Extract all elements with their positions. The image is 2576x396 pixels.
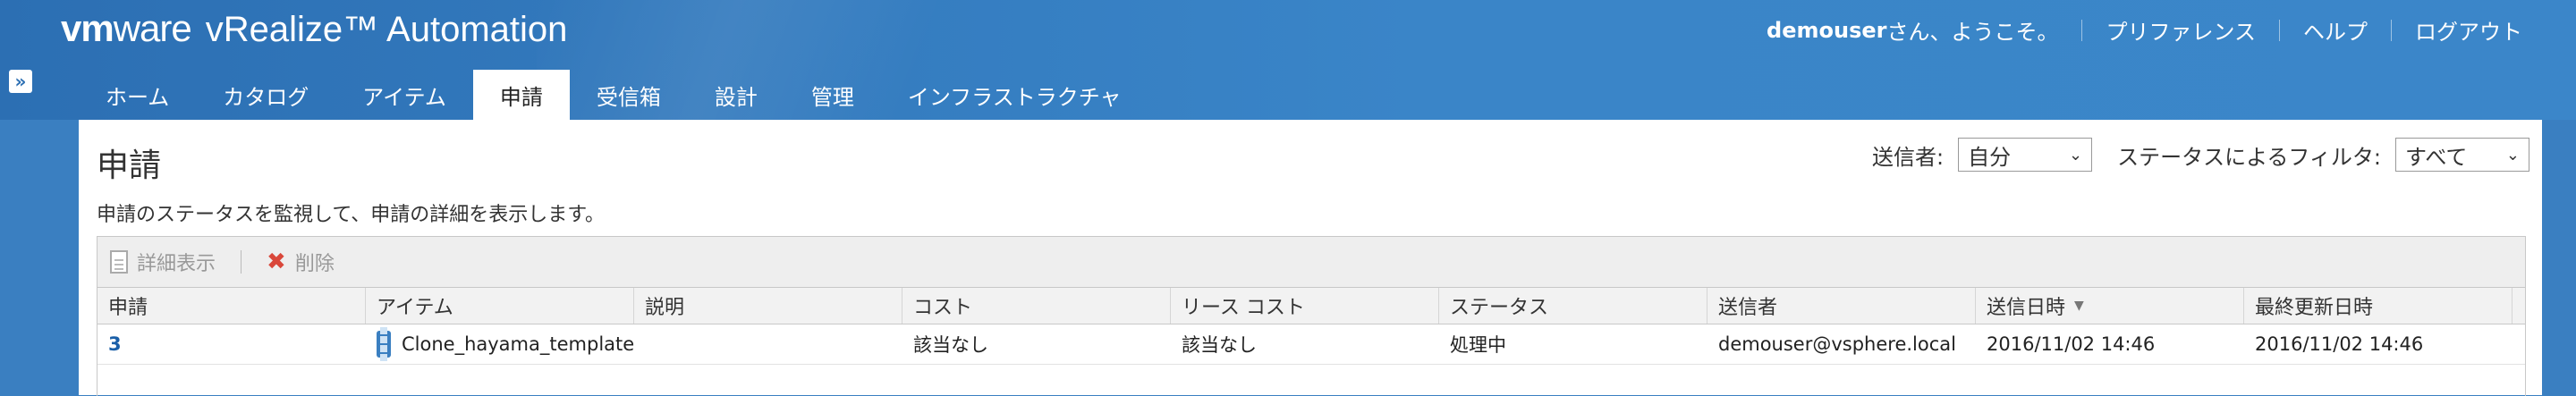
tab-design[interactable]: 設計 (688, 70, 784, 120)
content-panel: 申請 送信者: 自分 ⌄ ステータスによるフィルタ: すべて ⌄ 申請のステータ… (79, 120, 2542, 396)
column-header-label: 送信日時 (1987, 297, 2066, 319)
column-header-status[interactable]: ステータス (1439, 288, 1707, 324)
tab-items[interactable]: アイテム (335, 70, 473, 120)
page-description: 申請のステータスを監視して、申請の詳細を表示します。 (97, 204, 606, 226)
brand-ware: ware (113, 7, 192, 49)
column-header-request[interactable]: 申請 (97, 288, 366, 324)
status-select-value: すべて (2405, 144, 2468, 170)
column-header-label: 申請 (108, 297, 148, 319)
column-header-lease-cost[interactable]: リース コスト (1171, 288, 1439, 324)
lease-cost-cell: 該当なし (1182, 334, 1257, 356)
request-id-link[interactable]: 3 (108, 333, 122, 355)
sender-select[interactable]: 自分 ⌄ (1958, 138, 2093, 172)
status-select[interactable]: すべて ⌄ (2395, 138, 2529, 172)
item-cell: Clone_hayama_template (366, 324, 634, 364)
tab-home[interactable]: ホーム (79, 70, 196, 120)
column-header-cost[interactable]: コスト (902, 288, 1171, 324)
product-name: vRealize™ Automation (205, 10, 568, 49)
request-id-cell[interactable]: 3 (97, 324, 366, 364)
column-header-label: リース コスト (1182, 297, 1305, 319)
delete-label: 削除 (294, 253, 335, 275)
last-updated-cell: 2016/11/02 14:46 (2255, 333, 2424, 355)
item-name: Clone_hayama_template (402, 333, 635, 355)
column-header-label: コスト (913, 297, 973, 319)
expand-sidebar-icon[interactable]: » (9, 70, 32, 93)
column-header-label: 最終更新日時 (2255, 297, 2374, 319)
column-header-item[interactable]: アイテム (366, 288, 634, 324)
tab-infrastructure[interactable]: インフラストラクチャ (881, 70, 1148, 120)
header-bar: vm ware vRealize™ Automation demouser さん、… (0, 0, 2576, 120)
tab-catalog[interactable]: カタログ (196, 70, 335, 120)
logout-link[interactable]: ログアウト (2415, 14, 2522, 46)
column-header-label: 送信者 (1718, 297, 1778, 319)
tab-inbox[interactable]: 受信箱 (570, 70, 688, 120)
chevron-down-icon: ⌄ (2505, 145, 2520, 164)
column-header-description[interactable]: 説明 (634, 288, 902, 324)
tab-administration[interactable]: 管理 (784, 70, 881, 120)
welcome-text: さん、ようこそ。 (1886, 20, 2059, 45)
delete-icon: ✖ (267, 249, 286, 275)
main-tabs: ホーム カタログ アイテム 申請 受信箱 設計 管理 インフラストラクチャ (79, 70, 1148, 120)
table-row[interactable]: 3 Clone_hayama_template 該当なし 該当なし 処理中 de… (97, 324, 2525, 365)
brand-logo: vm ware vRealize™ Automation (61, 7, 567, 50)
sender-filter-label: 送信者: (1872, 144, 1945, 170)
view-details-label: 詳細表示 (137, 253, 216, 275)
cost-cell: 該当なし (913, 334, 988, 356)
divider (2391, 19, 2392, 41)
column-header-submitted[interactable]: 送信日時 ▼ (1976, 288, 2244, 324)
divider (2081, 19, 2083, 41)
divider (2279, 19, 2280, 41)
sender-select-value: 自分 (1968, 144, 2012, 170)
document-icon (110, 250, 128, 274)
filter-bar: 送信者: 自分 ⌄ ステータスによるフィルタ: すべて ⌄ (1872, 138, 2529, 172)
status-cell: 処理中 (1450, 334, 1506, 356)
page-title: 申請 (97, 147, 162, 184)
delete-button[interactable]: ✖ 削除 (267, 248, 335, 276)
column-header-label: アイテム (377, 297, 453, 319)
help-link[interactable]: ヘルプ (2303, 14, 2368, 46)
sender-cell: demouser@vsphere.local (1718, 333, 1956, 355)
column-header-sender[interactable]: 送信者 (1707, 288, 1976, 324)
table-header: 申請 アイテム 説明 コスト リース コスト ステータス 送信者 送信日時 ▼ 最… (97, 288, 2525, 324)
preferences-link[interactable]: プリファレンス (2106, 14, 2256, 46)
grid-toolbar: 詳細表示 ✖ 削除 (97, 237, 2525, 288)
column-header-last-updated[interactable]: 最終更新日時 (2244, 288, 2512, 324)
user-menu: demouser さん、ようこそ。 プリファレンス ヘルプ ログアウト (1767, 14, 2522, 46)
chevron-down-icon: ⌄ (2069, 145, 2083, 164)
column-header-label: 説明 (645, 297, 685, 319)
brand-vm: vm (61, 7, 114, 49)
vm-template-icon (377, 327, 391, 361)
status-filter-label: ステータスによるフィルタ: (2117, 144, 2381, 170)
description-cell (634, 324, 902, 364)
submitted-cell: 2016/11/02 14:46 (1987, 333, 2156, 355)
divider (241, 250, 242, 274)
column-header-label: ステータス (1450, 297, 1549, 319)
requests-grid: 詳細表示 ✖ 削除 申請 アイテム 説明 コスト リース コスト ステータス 送… (97, 236, 2526, 396)
sort-descending-icon: ▼ (2074, 299, 2084, 313)
tab-requests[interactable]: 申請 (472, 70, 570, 120)
view-details-button[interactable]: 詳細表示 (110, 248, 216, 276)
username: demouser (1767, 17, 1887, 43)
